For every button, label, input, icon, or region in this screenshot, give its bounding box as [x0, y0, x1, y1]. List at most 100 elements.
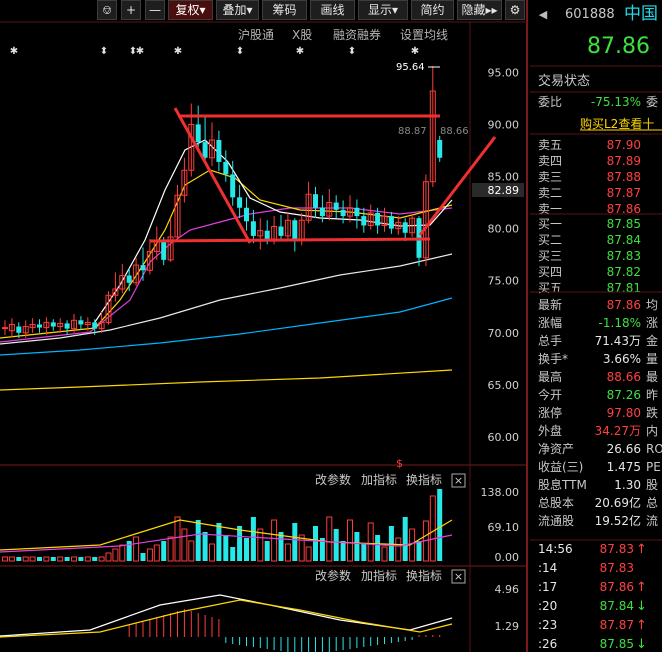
- tick-arrow: ↑: [636, 618, 647, 633]
- bid-label: 买二: [538, 233, 562, 247]
- volume-bar: [264, 541, 270, 561]
- stat-right: PE: [646, 460, 661, 474]
- cm-button[interactable]: 筹码: [262, 0, 307, 20]
- price-tick-p75: 75.00: [488, 275, 520, 288]
- candle-body: [340, 209, 346, 217]
- xs-label: 显示: [367, 3, 392, 17]
- volume-bar: [250, 517, 256, 561]
- volume-bar: [16, 557, 22, 561]
- tick-price: 87.83: [600, 542, 634, 556]
- stat-right: 量: [646, 352, 658, 366]
- stat-value: 34.27万: [595, 424, 641, 438]
- volume-bar: [195, 520, 201, 561]
- status-title: 交易状态: [538, 73, 590, 89]
- candle-body: [37, 324, 42, 328]
- volume-bar: [354, 532, 360, 561]
- pattern-bottom-line: [149, 237, 431, 243]
- bid-label: 买三: [538, 249, 562, 263]
- price-tick-p95: 95.00: [488, 66, 520, 79]
- hx-button[interactable]: 画线: [310, 0, 355, 20]
- dj-label: 叠加: [222, 3, 247, 17]
- stat-value: 1.475: [607, 460, 641, 474]
- event-marker: ⬍: [236, 46, 244, 57]
- stat-right: 股: [646, 478, 658, 492]
- ask-label: 卖三: [538, 170, 562, 184]
- candle-body: [313, 194, 318, 208]
- volume-bar: [361, 544, 367, 561]
- stat-label: 收益(三): [538, 460, 583, 474]
- stat-value: 26.66: [607, 442, 641, 456]
- tick-price: 87.86: [600, 580, 634, 594]
- l2-link[interactable]: 购买L2查看十: [580, 116, 654, 131]
- event-marker: ✱: [10, 46, 18, 57]
- bid-price: 87.84: [607, 233, 641, 247]
- volume-bar: [278, 532, 284, 561]
- event-marker: ✱: [136, 46, 144, 57]
- candle-body: [388, 216, 394, 229]
- chart-svg: 沪股通 X股 融资融券 设置均线 95.00 90.00 85.00 80.00 75.00 70…: [0, 0, 662, 652]
- stat-value: 87.26: [607, 388, 641, 402]
- tick-arrow: ↓: [636, 637, 647, 652]
- vol-tick-v1: 138.00: [481, 486, 520, 499]
- volume-bar: [375, 535, 381, 561]
- price-tick-p90: 90.00: [488, 118, 520, 131]
- stat-label: 最高: [538, 369, 562, 384]
- dollar-icon: $: [396, 457, 403, 470]
- ask-label: 卖四: [538, 154, 562, 168]
- minus-button[interactable]: —: [145, 0, 165, 20]
- hzb-button-0: 换指标: [406, 472, 442, 487]
- candle-body: [375, 212, 381, 226]
- dj-button[interactable]: 叠加▾: [216, 0, 259, 20]
- current-price-label: 82.89: [488, 184, 520, 197]
- candle-body: [230, 174, 236, 198]
- ask-label: 卖五: [538, 138, 562, 152]
- candle-body: [16, 326, 22, 333]
- stat-label: 流通股: [538, 514, 574, 528]
- candle-body: [361, 216, 367, 226]
- macd-tick-m1: 4.96: [495, 583, 520, 596]
- tick-price: 87.87: [600, 618, 634, 632]
- wb-cut: 委: [646, 95, 658, 109]
- close-x-1: ×: [454, 570, 463, 583]
- gcs-button-1: 改参数: [315, 568, 351, 583]
- volume-bar: [140, 553, 146, 561]
- volume-bar: [388, 526, 394, 561]
- xs-button[interactable]: 显示▾: [358, 0, 408, 20]
- bid-price: 87.85: [607, 217, 641, 231]
- hzb-button-1: 换指标: [406, 568, 442, 583]
- settings-button[interactable]: ⚙: [505, 0, 525, 20]
- stat-label: 股息TTM: [538, 477, 587, 492]
- bid-label: 买四: [538, 265, 562, 279]
- jzb-button-1: 加指标: [361, 568, 397, 583]
- volume-bar: [223, 535, 229, 561]
- volume-bar: [333, 529, 339, 561]
- candle-body: [223, 161, 229, 175]
- tick-time: :14: [538, 561, 557, 575]
- vol-tick-v3: 0.00: [495, 551, 520, 564]
- fq-button[interactable]: 复权▾: [168, 0, 213, 20]
- stat-label: 总股本: [538, 496, 574, 510]
- plus-button[interactable]: +: [121, 0, 141, 20]
- stat-value: 3.66%: [603, 352, 641, 366]
- candle-body: [50, 322, 56, 327]
- stat-label: 今开: [538, 387, 562, 402]
- mid-price-label-2: 88.66: [440, 126, 469, 137]
- volume-bar: [230, 547, 236, 561]
- ask-price: 87.89: [607, 154, 641, 168]
- lock-button[interactable]: ⎊: [97, 0, 117, 20]
- jy-button[interactable]: 简约: [411, 0, 454, 20]
- back-icon: ◀: [539, 8, 548, 21]
- stat-value: 19.52亿: [595, 513, 641, 528]
- candle-body: [264, 230, 270, 240]
- volume-bar: [244, 538, 249, 561]
- vol-tick-v2: 69.10: [488, 521, 520, 534]
- candle-body: [195, 124, 201, 143]
- szjx-label: 设置均线: [400, 28, 448, 42]
- tick-arrow: ↓: [636, 599, 647, 614]
- volume-bar: [92, 557, 98, 561]
- stat-right: 涨: [646, 315, 658, 330]
- stock-name: 中国: [624, 4, 658, 24]
- volume-bar: [313, 526, 318, 561]
- price-tick-p65: 65.00: [488, 379, 520, 392]
- yc-button[interactable]: 隐藏▸▸: [457, 0, 502, 20]
